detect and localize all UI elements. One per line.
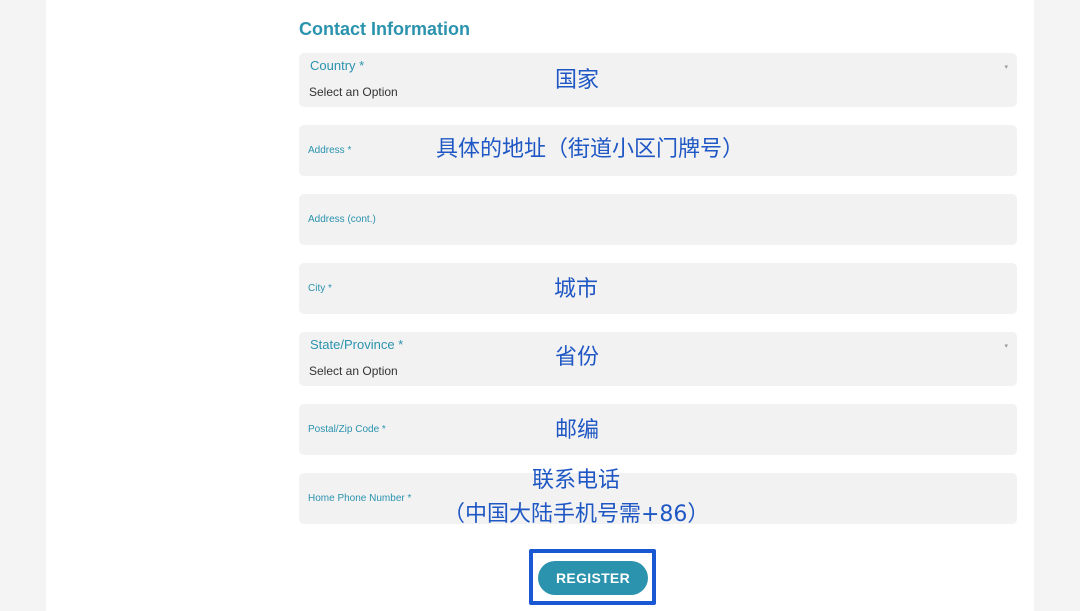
address-cont-field[interactable]: Address (cont.) (299, 194, 1017, 245)
state-value: Select an Option (309, 364, 398, 378)
chevron-down-icon: ▾ (1004, 64, 1008, 71)
postal-label: Postal/Zip Code * (308, 424, 386, 435)
country-select[interactable]: Country * Select an Option ▾ (299, 53, 1017, 107)
postal-annotation: 邮编 (555, 418, 600, 443)
state-annotation: 省份 (555, 345, 600, 370)
chevron-down-icon: ▾ (1004, 343, 1008, 350)
city-annotation: 城市 (554, 277, 599, 302)
phone-label: Home Phone Number * (308, 493, 412, 504)
state-select[interactable]: State/Province * Select an Option ▾ (299, 332, 1017, 386)
country-label: Country * (310, 58, 365, 73)
address-cont-label: Address (cont.) (308, 214, 376, 225)
state-label: State/Province * (310, 337, 404, 352)
address-label: Address * (308, 145, 352, 156)
register-button[interactable]: REGISTER (538, 561, 648, 595)
address-annotation: 具体的地址（街道小区门牌号） (436, 137, 745, 162)
phone-annotation-line1: 联系电话 (532, 468, 621, 493)
postal-field[interactable]: Postal/Zip Code * (299, 404, 1017, 455)
section-title: Contact Information (299, 19, 470, 39)
phone-annotation-line2: （中国大陆手机号需+86） (443, 502, 710, 527)
city-field[interactable]: City * (299, 263, 1017, 314)
city-label: City * (308, 283, 332, 294)
country-annotation: 国家 (555, 68, 600, 93)
country-value: Select an Option (309, 85, 398, 99)
